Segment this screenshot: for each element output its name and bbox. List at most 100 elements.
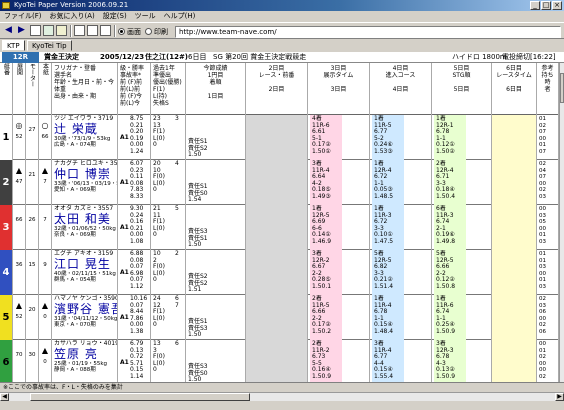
back-arrow-icon[interactable]: ◀ bbox=[3, 25, 14, 36]
forward-arrow-icon[interactable]: ▶ bbox=[16, 25, 27, 36]
prediction-mark: ▲ bbox=[15, 301, 23, 310]
recent-value: 5 bbox=[175, 205, 179, 212]
minimize-button[interactable]: _ bbox=[530, 1, 540, 10]
stats-cell: A1 8.75 0.21 0.20 0.19 0.00 1.24 bbox=[118, 115, 151, 160]
scroll-thumb[interactable] bbox=[560, 73, 564, 103]
url-input[interactable]: http://www.team-nave.com/ bbox=[175, 26, 561, 38]
col-stats: 級・勝率 事故率* 前 (F)前 前(L)前 前 (F)今 前(L)今 bbox=[118, 63, 151, 115]
recent-b: 4 bbox=[175, 160, 179, 168]
today-cell: 責任S3 責任S0 1.50 bbox=[186, 340, 246, 382]
table-row[interactable]: 5 ▲ 52 20 ▲ 0 ハマノヤ ケンゴ・3590 濱野谷 憲吾 31歳・'04/11/12… bbox=[0, 295, 559, 340]
player-cell[interactable]: ハマノヤ ケンゴ・3590 濱野谷 憲吾 31歳・'04/11/12・50kg 東京・… bbox=[52, 295, 118, 340]
player-origin: 群馬・A・054期 bbox=[54, 276, 96, 283]
table-row[interactable]: 1 ◎ 52 27 ○ 66 ツジ エイワラ・3719 辻 栄蔵 30歳・'73/1/9・53k… bbox=[0, 115, 559, 160]
mark-score: 26 bbox=[28, 217, 36, 223]
home-icon[interactable] bbox=[56, 25, 67, 36]
player-name[interactable]: 辻 栄蔵 bbox=[54, 122, 115, 136]
player-cell[interactable]: オオタ カズミ・3557 太田 和美 32歳・01/06/52・50kg 奈良・A・0… bbox=[52, 205, 118, 250]
app-icon bbox=[2, 2, 10, 9]
col-day4: 4日目 進入コース 4日目 bbox=[370, 63, 432, 115]
day2-cell bbox=[246, 250, 308, 295]
refresh-icon[interactable] bbox=[43, 25, 54, 36]
player-cell[interactable]: ツジ エイワラ・3719 辻 栄蔵 30歳・'73/1/9・53kg 広島・A・074… bbox=[52, 115, 118, 160]
scroll-left-icon[interactable]: ◀ bbox=[0, 393, 9, 401]
d6-cell bbox=[492, 295, 537, 340]
maximize-button[interactable]: □ bbox=[541, 1, 551, 10]
d5-result: 6着 11R-3 6.74 2-1 0.19⑥ 1.49.8 bbox=[434, 205, 466, 250]
comment-value: 06 bbox=[539, 328, 546, 335]
d3-result: 4着 11R-6 6.61 5-1 0.17② 1.50① bbox=[310, 115, 342, 160]
col-recent: 過去1年 準優出 優出(優勝) F(1) L(持) 失格S bbox=[151, 63, 186, 115]
screen-radio[interactable] bbox=[118, 28, 125, 35]
player-name[interactable]: 仲口 博崇 bbox=[54, 167, 115, 181]
player-name[interactable]: 江口 晃生 bbox=[54, 257, 115, 271]
player-origin: 奈良・A・069期 bbox=[54, 231, 96, 238]
col-player: フリガナ・登番 選手名 年齢・生月日・前・今体重 出身・由来・期 bbox=[52, 63, 118, 115]
prediction-mark: ○ bbox=[41, 121, 49, 130]
stop-icon[interactable] bbox=[30, 25, 41, 36]
player-origin: 愛知・A・069期 bbox=[54, 186, 96, 193]
player-name[interactable]: 太田 和美 bbox=[54, 212, 115, 226]
tab-kyotei-tip[interactable]: KyoTei Tip bbox=[27, 40, 72, 51]
save-icon[interactable] bbox=[100, 25, 111, 36]
player-cell[interactable]: エグチ アキオ・3159 江口 晃生 40歳・02/11/15・51kg 群馬・A・0… bbox=[52, 250, 118, 295]
hscroll-thumb[interactable] bbox=[30, 393, 250, 401]
stats-cell: A1 6.79 0.13 0.72 5.71 0.15 1.14 bbox=[118, 340, 151, 382]
mark-score: 36 bbox=[15, 262, 23, 268]
stats-values: 8.75 0.21 0.20 0.19 0.00 1.24 bbox=[130, 115, 143, 155]
menu-tools[interactable]: ツール bbox=[131, 11, 160, 22]
stats-cell: A1 10.16 0.07 8.44 7.86 0.00 1.38 bbox=[118, 295, 151, 340]
d6-cell bbox=[492, 250, 537, 295]
player-class: A1 bbox=[120, 359, 129, 366]
player-name[interactable]: 濱野谷 憲吾 bbox=[54, 302, 117, 316]
player-origin: 東京・A・070期 bbox=[54, 321, 96, 328]
result-value: 1.49③ bbox=[312, 192, 331, 200]
d5-cell: 1着 12R-1 6.78 1-1 0.12① 1.50② bbox=[432, 115, 492, 160]
today-value: 1.51 bbox=[188, 286, 202, 293]
player-cell[interactable]: ナカグチ ヒロユキ・3554仲口 博崇33歳・'06/13・03/19・52kg… bbox=[52, 160, 118, 205]
day2-cell bbox=[246, 295, 308, 340]
race-header: 12R 賞金王決定 2005/12/23 住之江(12#) 6日目 SG 第20… bbox=[0, 52, 564, 63]
d5-result: 1着 11R-6 6.74 1-1 0.25④ 1.50.9 bbox=[434, 295, 466, 340]
menu-file[interactable]: ファイル(F) bbox=[0, 11, 46, 22]
player-cell[interactable]: カサハラ リョウ・4019 笠原 亮 25歳・01/19・55kg 静岡・A・088期 bbox=[52, 340, 118, 382]
vertical-scrollbar[interactable] bbox=[559, 63, 564, 382]
prediction-mark-cell: 9 bbox=[39, 250, 52, 295]
prediction-mark-cell: ▲ 7 bbox=[39, 160, 52, 205]
d3-cell: 3着 12R-2 6.67 2-2 0.28⑤ 1.50.1 bbox=[308, 250, 370, 295]
today-cell: 責任S1 責任S3 1.50 bbox=[186, 295, 246, 340]
player-name[interactable]: 笠原 亮 bbox=[54, 347, 115, 361]
tab-ktp[interactable]: KTP bbox=[2, 40, 25, 51]
d4-cell: 5着 12R-5 6.82 3-3 0.21② 1.51.4 bbox=[370, 250, 432, 295]
player-info: 33歳・'06/13・03/19・52kg bbox=[54, 180, 117, 187]
recent-cell: 13 3 F(0) L(0) 0 6 bbox=[151, 340, 186, 382]
table-row[interactable]: 3 66 26 7 オオタ カズミ・3557 太田 和美 32歳・01/06/52・50kg… bbox=[0, 205, 559, 250]
today-value: 1.54 bbox=[188, 196, 202, 203]
comment-cell: 00 01 02 00 00 02 bbox=[537, 340, 559, 382]
favorites-icon[interactable] bbox=[74, 25, 85, 36]
comment-value: 07 bbox=[539, 148, 546, 155]
table-row[interactable]: 2▲4721▲7ナカグチ ヒロユキ・3554仲口 博崇33歳・'06/13・03… bbox=[0, 160, 559, 205]
waku-number: 5 bbox=[0, 295, 13, 340]
table-row[interactable]: 4 36 15 9 エグチ アキオ・3159 江口 晃生 40歳・02/11/15・51kg… bbox=[0, 250, 559, 295]
d3-result: 2着 11R-2 6.73 5-5 0.16④ 1.50.9 bbox=[310, 340, 342, 382]
col-day5: 5日目 STG順 5日目 bbox=[432, 63, 492, 115]
horizontal-scrollbar[interactable]: ◀ ▶ bbox=[0, 392, 564, 401]
close-button[interactable]: × bbox=[552, 1, 562, 10]
print-radio[interactable] bbox=[145, 28, 152, 35]
stat-value: 1.14 bbox=[130, 372, 144, 380]
menu-favorites[interactable]: お気に入り(A) bbox=[46, 11, 99, 22]
print-icon[interactable] bbox=[87, 25, 98, 36]
prediction-mark-cell: ▲ 0 bbox=[39, 340, 52, 382]
race-number: 12R bbox=[2, 52, 39, 63]
scroll-right-icon[interactable]: ▶ bbox=[555, 393, 564, 401]
print-radio-label: 印刷 bbox=[154, 28, 168, 36]
table-row[interactable]: 6 70 30 ▲ 0 カサハラ リョウ・4019 笠原 亮 25歳・01/19・55kg 静岡… bbox=[0, 340, 559, 382]
mark-score: 70 bbox=[15, 352, 23, 358]
recent-b: 5 bbox=[175, 205, 179, 213]
menu-settings[interactable]: 設定(S) bbox=[99, 11, 131, 22]
today-value: 1.50 bbox=[188, 331, 202, 338]
menu-help[interactable]: ヘルプ(H) bbox=[160, 11, 200, 22]
menu-bar: ファイル(F) お気に入り(A) 設定(S) ツール ヘルプ(H) bbox=[0, 11, 564, 22]
player-origin: 広島・A・074期 bbox=[54, 141, 96, 148]
